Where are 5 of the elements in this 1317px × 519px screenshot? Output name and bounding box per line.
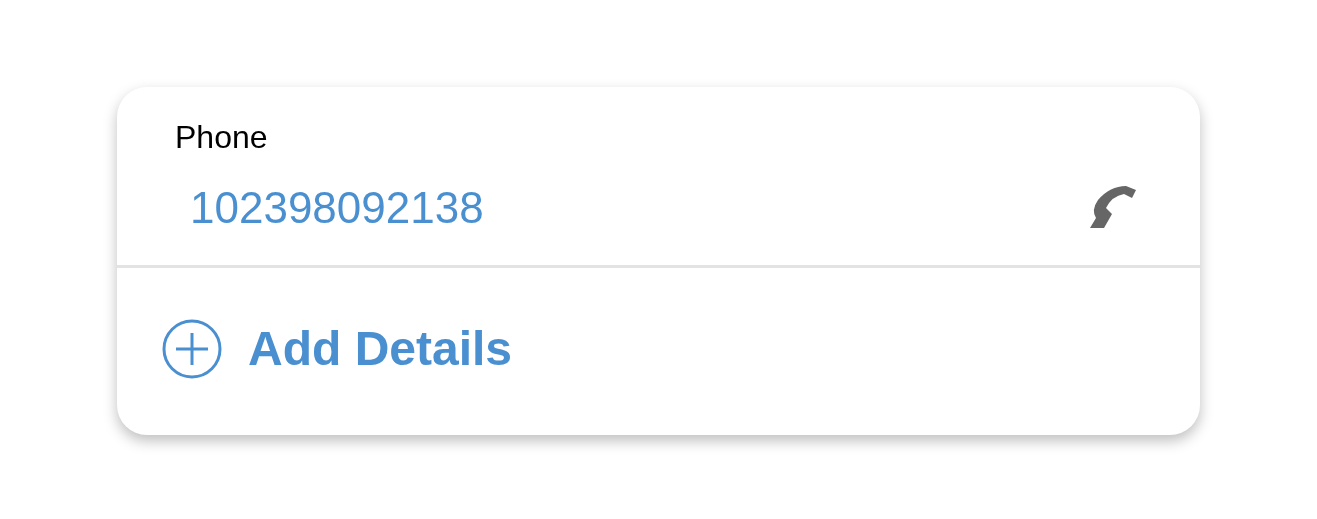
- phone-number-link[interactable]: 102398092138: [190, 183, 484, 233]
- add-icon: [162, 318, 222, 379]
- add-details-button[interactable]: Add Details: [162, 318, 513, 379]
- phone-icon[interactable]: [1088, 184, 1138, 230]
- phone-label: Phone: [175, 118, 268, 157]
